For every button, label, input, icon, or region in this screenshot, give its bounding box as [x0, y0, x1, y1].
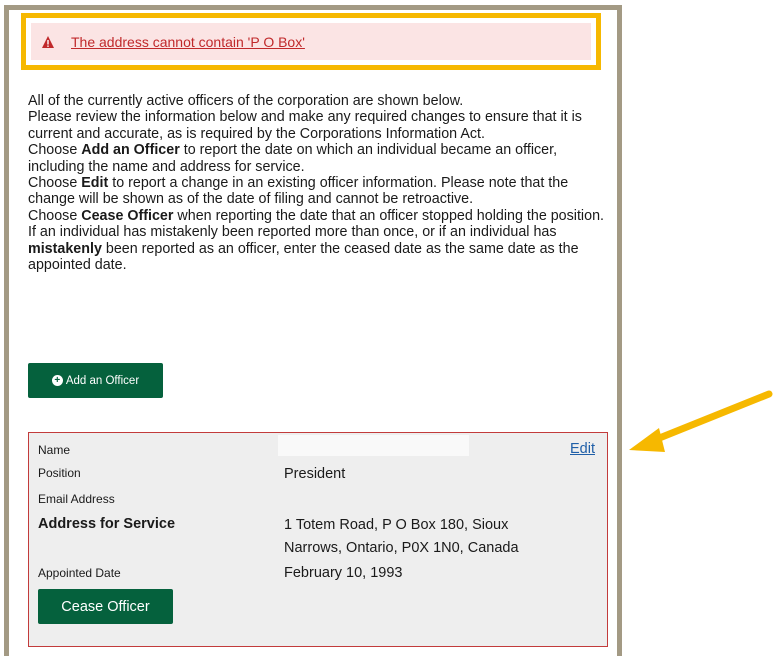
officer-name-field	[278, 435, 469, 456]
address-label: Address for Service	[38, 516, 176, 532]
address-line-2: Narrows, Ontario, P0X 1N0, Canada	[284, 540, 519, 556]
plus-circle-icon: +	[51, 375, 63, 386]
position-value: President	[284, 466, 346, 482]
email-label: Email Address	[38, 492, 115, 506]
appointed-date-value: February 10, 1993	[284, 565, 403, 581]
error-highlight-box: The address cannot contain 'P O Box'	[21, 13, 601, 70]
position-label: Position	[38, 466, 81, 480]
instruction-line-1: All of the currently active officers of …	[28, 93, 464, 109]
edit-officer-link[interactable]: Edit	[570, 441, 595, 457]
arrow-pointer-icon	[625, 380, 775, 465]
cease-officer-button[interactable]: Cease Officer	[38, 589, 173, 624]
add-officer-button[interactable]: + Add an Officer	[28, 363, 163, 398]
add-officer-label: Add an Officer	[65, 374, 140, 387]
address-line-1: 1 Totem Road, P O Box 180, Sioux	[284, 517, 509, 533]
name-label: Name	[38, 443, 71, 457]
instruction-add: Choose Add an Officer to report the date…	[28, 142, 558, 175]
instruction-line-2: Please review the information below and …	[28, 109, 582, 142]
error-message-link[interactable]: The address cannot contain 'P O Box'	[71, 34, 305, 50]
error-banner: The address cannot contain 'P O Box'	[31, 23, 591, 60]
officer-card: Name Edit Position President Email Addre…	[28, 432, 608, 647]
instructions: All of the currently active officers of …	[28, 93, 610, 273]
instruction-edit: Choose Edit to report a change in an exi…	[28, 175, 569, 208]
appointed-date-label: Appointed Date	[38, 566, 121, 580]
instruction-cease: Choose Cease Officer when reporting the …	[28, 207, 604, 274]
warning-triangle-icon	[41, 35, 55, 49]
